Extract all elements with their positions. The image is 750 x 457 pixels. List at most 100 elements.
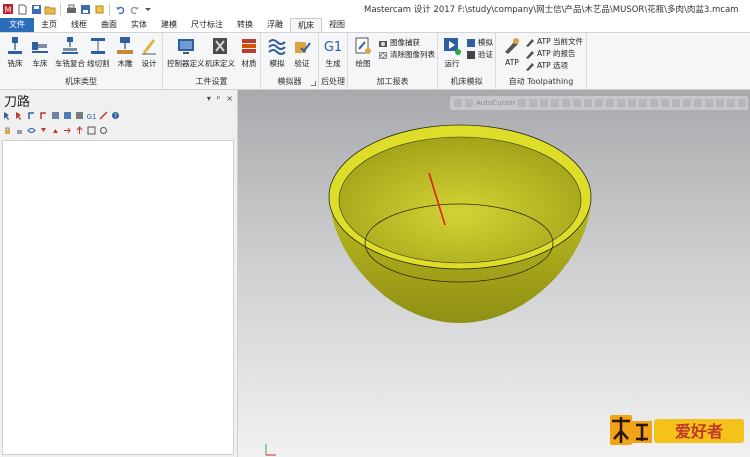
group-label-work-setup: 工件设置 bbox=[195, 77, 228, 86]
show-geometry-icon[interactable] bbox=[99, 126, 108, 135]
camera-icon bbox=[379, 40, 387, 47]
machine-definition-label: 机床定义 bbox=[205, 59, 235, 68]
image-capture-button[interactable]: 图像捕获 bbox=[378, 37, 420, 48]
mill-turn-label: 车铣复合 bbox=[55, 59, 85, 68]
tab-view[interactable]: 视图 bbox=[322, 18, 352, 32]
generate-label: 生成 bbox=[325, 59, 341, 68]
tab-wireframe[interactable]: 线框 bbox=[64, 18, 94, 32]
toggle-display-icon[interactable] bbox=[27, 126, 36, 135]
pane-close-icon[interactable]: × bbox=[226, 94, 233, 103]
high-feed-icon[interactable] bbox=[99, 111, 108, 120]
verify-label: 验证 bbox=[294, 59, 310, 68]
regenerate-all-icon[interactable] bbox=[27, 111, 36, 120]
design-button[interactable]: 设计 bbox=[139, 36, 159, 69]
post-selected-icon[interactable]: G1 bbox=[87, 111, 96, 120]
simulate-label: 模拟 bbox=[269, 59, 285, 68]
mill-turn-button[interactable]: 车铣复合 bbox=[55, 36, 85, 69]
select-invalid-icon[interactable] bbox=[15, 111, 24, 120]
router-label: 木雕 bbox=[117, 59, 133, 68]
drawing-icon bbox=[355, 37, 371, 54]
pane-pin-icon[interactable]: ᵖ bbox=[217, 94, 220, 103]
move-up-icon[interactable] bbox=[75, 126, 84, 135]
save-as-icon[interactable] bbox=[79, 3, 91, 15]
atp-label: ATP bbox=[505, 58, 519, 67]
convert-icon[interactable] bbox=[93, 3, 105, 15]
toolpaths-pane-header: 刀路 ▾ ᵖ × bbox=[0, 90, 237, 110]
graphics-viewport[interactable]: AutoCursor 爱好者 bbox=[238, 90, 750, 457]
tab-home[interactable]: 主页 bbox=[34, 18, 64, 32]
run-button[interactable]: 运行 bbox=[442, 36, 462, 69]
mill-icon bbox=[8, 37, 22, 54]
help-icon[interactable]: ? bbox=[111, 111, 120, 120]
simulate-button[interactable]: 模拟 bbox=[267, 36, 287, 69]
atp-button[interactable]: ATP bbox=[502, 36, 522, 67]
atp-report-button[interactable]: ATP 的报告 bbox=[525, 48, 576, 59]
wire-button[interactable]: 线切割 bbox=[87, 36, 110, 69]
router-button[interactable]: 木雕 bbox=[115, 36, 135, 69]
show-selected-icon[interactable] bbox=[87, 126, 96, 135]
open-folder-icon[interactable] bbox=[44, 3, 56, 15]
expand-all-icon[interactable] bbox=[39, 126, 48, 135]
drawing-button[interactable]: 绘图 bbox=[353, 36, 373, 69]
image-capture-label: 图像捕获 bbox=[390, 38, 420, 47]
tab-machine[interactable]: 机床 bbox=[290, 18, 322, 32]
verify-icon bbox=[295, 42, 311, 53]
undo-icon[interactable] bbox=[114, 3, 126, 15]
group-machine-simulation: 运行 模拟 验证 机床模拟 bbox=[438, 33, 496, 89]
bowl-model[interactable] bbox=[238, 90, 750, 457]
clear-image-list-button[interactable]: 清除图像列表 bbox=[378, 49, 435, 60]
collapse-all-icon[interactable] bbox=[51, 126, 60, 135]
tab-model[interactable]: 建模 bbox=[154, 18, 184, 32]
app-logo-icon[interactable]: M bbox=[2, 3, 14, 15]
select-all-icon[interactable] bbox=[3, 111, 12, 120]
lathe-button[interactable]: 车床 bbox=[30, 36, 50, 69]
mill-button[interactable]: 铣床 bbox=[5, 36, 25, 69]
qat-dropdown-icon[interactable] bbox=[142, 3, 154, 15]
quick-access-toolbar: M bbox=[0, 0, 154, 18]
generate-button[interactable]: G1 生成 bbox=[323, 36, 343, 69]
redo-icon[interactable] bbox=[128, 3, 140, 15]
insert-arrow-icon[interactable] bbox=[63, 126, 72, 135]
group-machine-type: 铣床 车床 车铣复合 线切割 木雕 设计 机床类型 bbox=[0, 33, 163, 89]
toolpath-tree[interactable] bbox=[2, 140, 234, 455]
mill-turn-icon bbox=[62, 37, 78, 54]
atp-current-file-button[interactable]: ATP 当前文件 bbox=[525, 36, 583, 47]
print-icon[interactable] bbox=[65, 3, 77, 15]
tab-file[interactable]: 文件 bbox=[0, 18, 34, 32]
new-file-icon[interactable] bbox=[16, 3, 28, 15]
save-icon[interactable] bbox=[30, 3, 42, 15]
pane-menu-icon[interactable]: ▾ bbox=[207, 94, 211, 103]
lathe-icon bbox=[32, 42, 48, 53]
control-definition-button[interactable]: 控制器定义 bbox=[167, 36, 205, 69]
lock-icon[interactable] bbox=[3, 126, 12, 135]
machine-simulate-label: 模拟 bbox=[478, 38, 493, 47]
machine-verify-button[interactable]: 验证 bbox=[466, 49, 493, 60]
simulate-icon bbox=[268, 39, 286, 55]
machine-definition-button[interactable]: 机床定义 bbox=[205, 36, 235, 69]
regenerate-invalid-icon[interactable] bbox=[39, 111, 48, 120]
toolpaths-pane: 刀路 ▾ ᵖ × G1 ? bbox=[0, 90, 238, 457]
toggle-posting-icon[interactable] bbox=[15, 126, 24, 135]
tab-surfaces[interactable]: 曲面 bbox=[94, 18, 124, 32]
material-button[interactable]: 材质 bbox=[239, 36, 259, 69]
svg-text:M: M bbox=[5, 6, 12, 15]
tab-solids[interactable]: 实体 bbox=[124, 18, 154, 32]
verify-path-icon[interactable] bbox=[63, 111, 72, 120]
machine-verify-icon bbox=[467, 50, 475, 59]
g1-code-icon: G1 bbox=[324, 40, 342, 55]
tab-dimension[interactable]: 尺寸标注 bbox=[184, 18, 230, 32]
ribbon: 铣床 车床 车铣复合 线切割 木雕 设计 机床类型 控制器定义 机床定义 材质 … bbox=[0, 32, 750, 90]
verify-button[interactable]: 验证 bbox=[292, 36, 312, 69]
group-report: 绘图 图像捕获 清除图像列表 加工报表 bbox=[348, 33, 438, 89]
backplot-icon[interactable] bbox=[75, 111, 84, 120]
ribbon-tabs: 文件 主页 线框 曲面 实体 建模 尺寸标注 转换 浮雕 机床 视图 bbox=[0, 18, 750, 32]
atp-options-button[interactable]: ATP 选项 bbox=[525, 60, 568, 71]
material-icon bbox=[242, 39, 256, 53]
simulate-path-icon[interactable] bbox=[51, 111, 60, 120]
tab-relief[interactable]: 浮雕 bbox=[260, 18, 290, 32]
tab-transform[interactable]: 转换 bbox=[230, 18, 260, 32]
wire-edm-icon bbox=[91, 38, 106, 54]
clear-images-icon bbox=[379, 51, 387, 59]
lathe-label: 车床 bbox=[32, 59, 48, 68]
machine-simulate-button[interactable]: 模拟 bbox=[466, 37, 493, 48]
